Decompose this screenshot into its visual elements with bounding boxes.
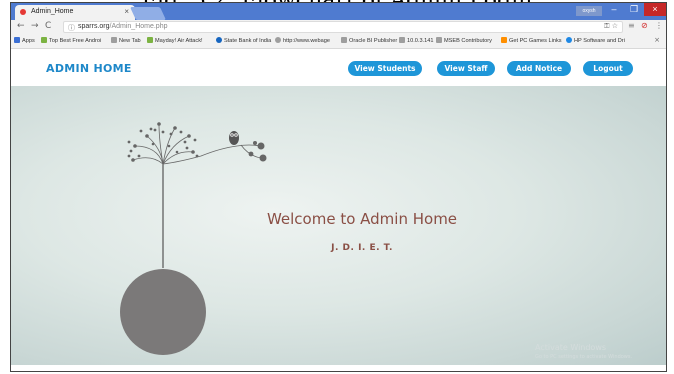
- star-icon[interactable]: ☆: [612, 22, 618, 30]
- bookmark-item[interactable]: MSEB Contributory: [436, 37, 492, 44]
- bookmark-item[interactable]: State Bank of India: [216, 37, 271, 44]
- page-icon: [111, 37, 117, 43]
- address-toolbar: ← → C ⓘ sparrs.org/Admin_Home.php ⚿ ☆ ≡ …: [11, 20, 666, 35]
- activation-watermark-detail: Go to PC settings to activate Windows.: [535, 354, 633, 360]
- site-header: ADMIN HOME View Students View Staff Add …: [11, 49, 666, 86]
- games-icon: [501, 37, 507, 43]
- adblock-icon[interactable]: ⊘: [641, 21, 648, 30]
- omnibox-actions: ⚿ ☆: [604, 22, 618, 31]
- address-bar[interactable]: ⓘ sparrs.org/Admin_Home.php ⚿ ☆: [63, 21, 623, 33]
- favicon-icon: [20, 9, 26, 15]
- hero-banner: Welcome to Admin Home J. D. I. E. T. Act…: [11, 86, 666, 365]
- college-name: J. D. I. E. T.: [331, 243, 393, 253]
- url-host: sparrs.org: [78, 23, 110, 30]
- tab-title: Admin_Home: [31, 8, 74, 15]
- page-icon: [436, 37, 442, 43]
- user-badge[interactable]: oxysh: [576, 6, 602, 16]
- page-footer: [11, 365, 666, 371]
- minimize-icon[interactable]: –: [604, 3, 624, 16]
- forward-icon[interactable]: →: [31, 21, 39, 31]
- owl-icon: [229, 131, 239, 145]
- bookmark-item[interactable]: HP Software and Dri: [566, 37, 625, 44]
- url-path: /Admin_Home.php: [109, 23, 168, 30]
- window-close-icon[interactable]: ×: [644, 3, 666, 16]
- bookmark-item[interactable]: Oracle BI Publisher: [341, 37, 397, 44]
- kebab-menu-icon[interactable]: ⋮: [655, 21, 663, 30]
- site-info-icon[interactable]: ⓘ: [68, 23, 75, 33]
- bookmark-icon: [147, 37, 153, 43]
- browser-tab[interactable]: Admin_Home ×: [15, 5, 135, 20]
- activation-watermark: Activate Windows: [535, 343, 607, 352]
- tab-strip: Admin_Home × oxysh – ❐ ×: [11, 3, 666, 20]
- bookmark-item[interactable]: Top Best Free Androi: [41, 37, 101, 44]
- globe-icon: [275, 37, 281, 43]
- bookmark-item[interactable]: 10.0.3.141: [399, 37, 433, 44]
- browser-window: Admin_Home × oxysh – ❐ × ← → C ⓘ sparrs.…: [10, 2, 667, 372]
- url-text: sparrs.org/Admin_Home.php: [78, 23, 168, 30]
- add-notice-button[interactable]: Add Notice: [507, 61, 571, 76]
- maximize-icon[interactable]: ❐: [624, 3, 644, 16]
- bookmarks-bar: Apps Top Best Free Androi New Tab Mayday…: [11, 35, 666, 49]
- apps-icon: [14, 37, 20, 43]
- bookmark-item[interactable]: New Tab: [111, 37, 141, 44]
- page-icon: [399, 37, 405, 43]
- back-icon[interactable]: ←: [17, 21, 25, 31]
- bank-icon: [216, 37, 222, 43]
- reload-icon[interactable]: C: [45, 21, 51, 31]
- hp-icon: [566, 37, 572, 43]
- logout-button[interactable]: Logout: [583, 61, 633, 76]
- view-students-button[interactable]: View Students: [348, 61, 422, 76]
- key-icon[interactable]: ⚿: [604, 22, 609, 30]
- menu-icon[interactable]: ≡: [628, 21, 635, 30]
- site-logo[interactable]: ADMIN HOME: [46, 62, 132, 75]
- bookmark-item[interactable]: Apps: [14, 37, 35, 44]
- page-icon: [341, 37, 347, 43]
- bookmarks-close-icon[interactable]: ×: [654, 36, 660, 44]
- bookmark-item[interactable]: Get PC Games Links: [501, 37, 562, 44]
- bookmark-icon: [41, 37, 47, 43]
- tab-close-icon[interactable]: ×: [124, 7, 129, 16]
- new-tab-button[interactable]: [129, 7, 167, 20]
- bookmark-item[interactable]: Mayday! Air Attack!: [147, 37, 203, 44]
- bookmark-item[interactable]: http://www.webage: [275, 37, 330, 44]
- view-staff-button[interactable]: View Staff: [437, 61, 495, 76]
- welcome-heading: Welcome to Admin Home: [266, 210, 458, 228]
